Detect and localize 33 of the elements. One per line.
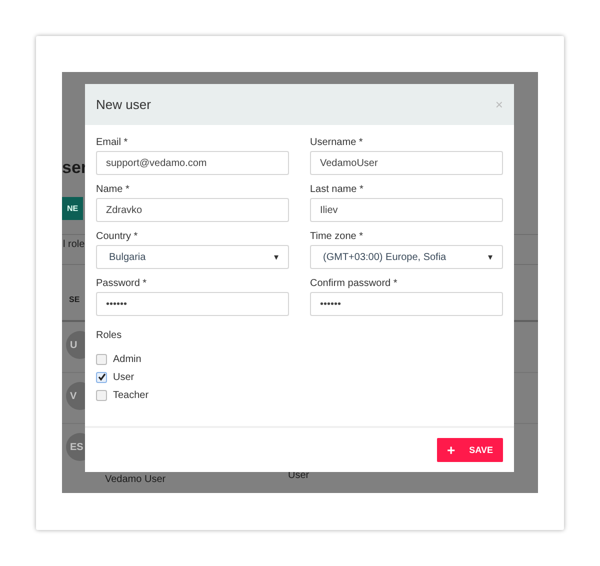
input-field[interactable]: Iliev: [310, 198, 503, 222]
checkbox[interactable]: [96, 372, 107, 382]
checkbox-label: User: [113, 372, 134, 382]
save-button[interactable]: + SAVE: [436, 438, 503, 462]
field-label: Email *: [96, 137, 128, 148]
new-button[interactable]: NE: [62, 197, 84, 220]
page-heading: ser: [62, 157, 88, 179]
field-label: Time zone *: [310, 231, 363, 242]
field-label: Last name *: [310, 184, 364, 195]
checkbox-label: Admin: [113, 354, 142, 364]
field-label: Name *: [96, 184, 130, 195]
checkbox-label: Teacher: [113, 390, 149, 400]
checkbox[interactable]: [96, 354, 107, 364]
input-field[interactable]: VedamoUser: [310, 151, 503, 175]
select-field[interactable]: (GMT+03:00) Europe, Sofia ▾: [310, 245, 503, 269]
caret-icon: ▾: [274, 252, 279, 262]
caret-icon: ▾: [488, 252, 493, 262]
input-field[interactable]: Zdravko: [96, 198, 289, 222]
field-label: Password *: [96, 278, 147, 289]
dialog-title: New user: [96, 97, 151, 112]
column-header: SE: [69, 295, 80, 304]
user-name: Vedamo User: [105, 474, 166, 485]
field-label: Username *: [310, 137, 363, 148]
filter-label: l role: [63, 239, 85, 250]
input-field[interactable]: support@vedamo.com: [96, 151, 289, 175]
select-field[interactable]: Bulgaria ▾: [96, 245, 289, 269]
field-label: Country *: [96, 231, 138, 242]
checkbox[interactable]: [96, 390, 107, 400]
input-field[interactable]: ••••••: [96, 292, 289, 316]
input-field[interactable]: ••••••: [310, 292, 503, 316]
user-role: User: [288, 470, 310, 481]
roles-label: Roles: [96, 330, 123, 341]
field-label: Confirm password *: [310, 278, 398, 289]
